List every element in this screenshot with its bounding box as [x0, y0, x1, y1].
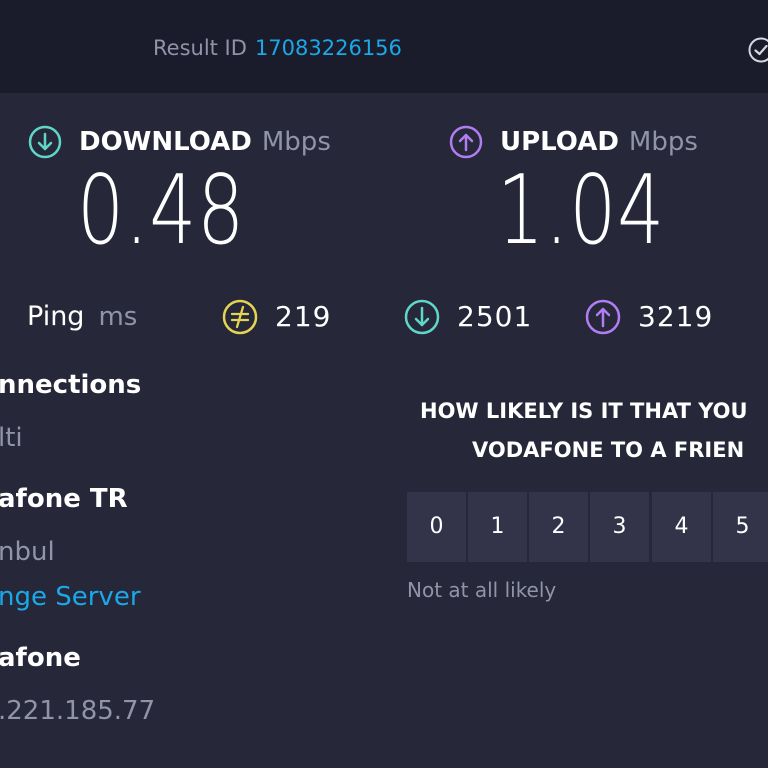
check-circle-icon[interactable] — [748, 37, 768, 63]
latency-idle-icon — [222, 299, 258, 335]
latency-upload-icon — [585, 299, 621, 335]
server-name: afone TR — [0, 484, 128, 514]
rating-option-3[interactable]: 3 — [590, 492, 649, 562]
ip-address: .221.185.77 — [0, 696, 156, 726]
upload-arrow-icon — [449, 125, 483, 159]
connections-value: lti — [0, 423, 23, 453]
provider-name: afone — [0, 643, 81, 673]
rating-option-4[interactable]: 4 — [652, 492, 711, 562]
server-city: nbul — [0, 537, 55, 567]
ping-label: Ping ms — [27, 301, 138, 332]
rating-option-1[interactable]: 1 — [468, 492, 527, 562]
latency-download-icon — [404, 299, 440, 335]
change-server-link[interactable]: nge Server — [0, 582, 141, 612]
rating-option-5[interactable]: 5 — [713, 492, 768, 562]
upload-speed-value: 1.04 — [497, 156, 666, 266]
rating-option-2[interactable]: 2 — [529, 492, 588, 562]
download-arrow-icon — [28, 125, 62, 159]
result-id: Result ID 17083226156 — [153, 36, 402, 60]
survey-question: HOW LIKELY IS IT THAT YOU VODAFONE TO A … — [420, 392, 748, 470]
ping-idle-value: 219 — [275, 300, 332, 333]
rating-low-caption: Not at all likely — [407, 578, 557, 602]
result-id-link[interactable]: 17083226156 — [255, 36, 402, 60]
download-unit: Mbps — [261, 127, 331, 157]
rating-option-0[interactable]: 0 — [407, 492, 466, 562]
connections-title: nnections — [0, 370, 142, 400]
download-speed-value: 0.48 — [77, 156, 246, 266]
download-label: DOWNLOAD Mbps — [79, 127, 331, 157]
result-id-label: Result ID — [153, 36, 247, 60]
ping-upload-value: 3219 — [638, 300, 714, 333]
survey-question-line2: VODAFONE TO A FRIEN — [472, 438, 745, 462]
ping-row: Ping ms 219 2501 3219 — [0, 297, 768, 337]
survey-question-line1: HOW LIKELY IS IT THAT YOU — [420, 399, 748, 423]
result-header: Result ID 17083226156 — [0, 0, 768, 93]
ping-unit: ms — [98, 302, 138, 332]
ping-download-value: 2501 — [457, 300, 533, 333]
upload-label: UPLOAD Mbps — [500, 127, 698, 157]
upload-unit: Mbps — [628, 127, 698, 157]
